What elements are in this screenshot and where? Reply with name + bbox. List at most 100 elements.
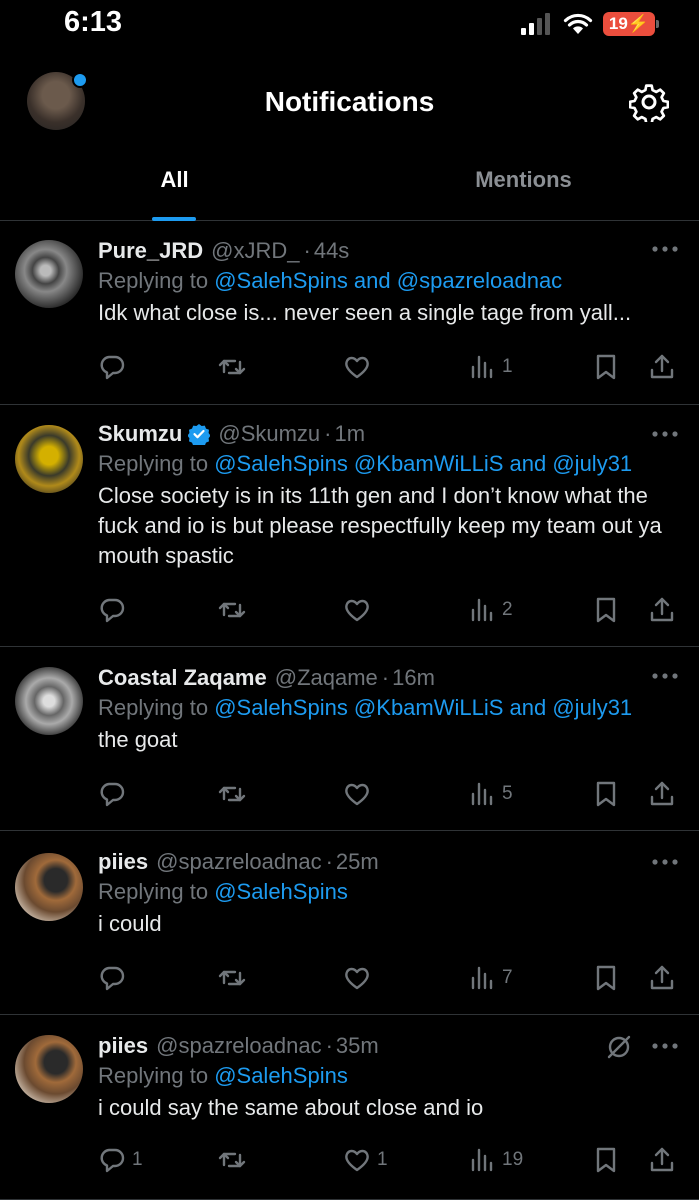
reply-icon (98, 1146, 126, 1174)
share-button[interactable] (648, 963, 676, 993)
replying-to-label: Replying to (98, 268, 215, 293)
author-name[interactable]: Skumzu (98, 419, 182, 449)
views-chart-icon (468, 596, 496, 624)
share-button[interactable] (648, 1145, 676, 1175)
tweet-actions: 2 (98, 595, 688, 625)
replying-to-line: Replying to @SalehSpins (98, 1061, 679, 1091)
share-button[interactable] (648, 352, 676, 382)
tweet-item[interactable]: Coastal Zaqame @Zaqame · 16m Replying to… (0, 647, 699, 831)
author-handle[interactable]: @xJRD_ (211, 236, 299, 266)
separator-dot: · (324, 421, 332, 446)
retweet-button[interactable] (218, 1145, 252, 1175)
tweet-author-avatar[interactable] (15, 425, 83, 493)
bookmark-icon (592, 964, 620, 992)
tweet-time: 35m (335, 1033, 379, 1058)
share-icon (648, 964, 676, 992)
tweet-author-avatar[interactable] (15, 667, 83, 735)
bookmark-button[interactable] (592, 779, 620, 809)
retweet-button[interactable] (218, 352, 252, 382)
tweet-author-avatar[interactable] (15, 1035, 83, 1103)
tweet-author-avatar[interactable] (15, 853, 83, 921)
verified-badge-icon (188, 424, 211, 445)
retweet-button[interactable] (218, 963, 252, 993)
tweet-time: 44s (313, 238, 350, 263)
view-count: 7 (502, 967, 513, 988)
heart-icon (343, 353, 371, 381)
share-button[interactable] (648, 779, 676, 809)
retweet-icon (218, 1146, 246, 1174)
author-handle[interactable]: @spazreloadnac (156, 1031, 321, 1061)
reply-icon (98, 353, 126, 381)
views-button[interactable]: 7 (468, 963, 513, 993)
like-button[interactable]: 1 (343, 1145, 388, 1175)
bookmark-button[interactable] (592, 595, 620, 625)
reply-mentions[interactable]: @SalehSpins @KbamWiLLiS and @july31 (214, 695, 632, 720)
views-button[interactable]: 2 (468, 595, 513, 625)
retweet-button[interactable] (218, 779, 252, 809)
share-button[interactable] (648, 595, 676, 625)
bookmark-icon (592, 353, 620, 381)
status-time: 6:13 (64, 6, 123, 38)
tab-all[interactable]: All (0, 150, 349, 220)
author-handle[interactable]: @Zaqame (275, 663, 378, 693)
reply-count: 1 (132, 1149, 143, 1170)
tweet-item[interactable]: piies @spazreloadnac · 25m Replying to @… (0, 831, 699, 1015)
separator-dot: · (303, 238, 311, 263)
retweet-icon (218, 780, 246, 808)
bookmark-button[interactable] (592, 352, 620, 382)
author-handle[interactable]: @Skumzu (218, 419, 320, 449)
author-name[interactable]: piies (98, 847, 148, 877)
like-button[interactable] (343, 352, 377, 382)
charging-bolt-icon: ⚡ (627, 14, 649, 33)
reply-button[interactable] (98, 963, 132, 993)
heart-icon (343, 596, 371, 624)
tweet-text: i could say the same about close and io (98, 1095, 484, 1120)
like-button[interactable] (343, 779, 377, 809)
replying-to-line: Replying to @SalehSpins @KbamWiLLiS and … (98, 449, 679, 479)
tab-mentions[interactable]: Mentions (349, 150, 698, 220)
like-button[interactable] (343, 595, 377, 625)
tweet-author-avatar[interactable] (15, 240, 83, 308)
views-chart-icon (468, 964, 496, 992)
views-button[interactable]: 1 (468, 352, 513, 382)
replying-to-label: Replying to (98, 879, 215, 904)
reply-button[interactable] (98, 779, 132, 809)
author-name[interactable]: piies (98, 1031, 148, 1061)
replying-to-label: Replying to (98, 1063, 215, 1088)
reply-button[interactable] (98, 352, 132, 382)
heart-icon (343, 1146, 371, 1174)
author-handle[interactable]: @spazreloadnac (156, 847, 321, 877)
replying-to-label: Replying to (98, 695, 215, 720)
tweet-time: 25m (335, 849, 379, 874)
views-chart-icon (468, 780, 496, 808)
reply-button[interactable]: 1 (98, 1145, 143, 1175)
reply-mentions[interactable]: @SalehSpins (214, 1063, 348, 1088)
retweet-button[interactable] (218, 595, 252, 625)
views-button[interactable]: 5 (468, 779, 513, 809)
tab-bar: All Mentions (0, 150, 699, 221)
tweet-text: Idk what close is... never seen a single… (98, 300, 632, 325)
reply-button[interactable] (98, 595, 132, 625)
settings-gear-icon[interactable] (629, 82, 669, 122)
battery-indicator: 19⚡ (602, 12, 659, 36)
tweet-item[interactable]: Pure_JRD @xJRD_ · 44s Replying to @Saleh… (0, 222, 699, 405)
bookmark-button[interactable] (592, 1145, 620, 1175)
bookmark-icon (592, 596, 620, 624)
author-name[interactable]: Pure_JRD (98, 236, 203, 266)
reply-icon (98, 964, 126, 992)
replying-to-line: Replying to @SalehSpins @KbamWiLLiS and … (98, 693, 679, 723)
tweet-item[interactable]: Skumzu @Skumzu · 1m Replying to @SalehSp… (0, 405, 699, 647)
tweet-item[interactable]: piies @spazreloadnac · 35m Replying to @… (0, 1015, 699, 1200)
reply-mentions[interactable]: @SalehSpins and @spazreloadnac (214, 268, 562, 293)
like-button[interactable] (343, 963, 377, 993)
view-count: 1 (502, 356, 513, 377)
battery-level: 19 (608, 14, 628, 33)
reply-mentions[interactable]: @SalehSpins (214, 879, 348, 904)
author-name[interactable]: Coastal Zaqame (98, 663, 267, 693)
reply-mentions[interactable]: @SalehSpins @KbamWiLLiS and @july31 (214, 451, 632, 476)
cellular-signal-icon (520, 13, 550, 35)
wifi-icon (563, 13, 593, 34)
bookmark-button[interactable] (592, 963, 620, 993)
views-button[interactable]: 19 (468, 1145, 523, 1175)
view-count: 19 (502, 1149, 524, 1170)
